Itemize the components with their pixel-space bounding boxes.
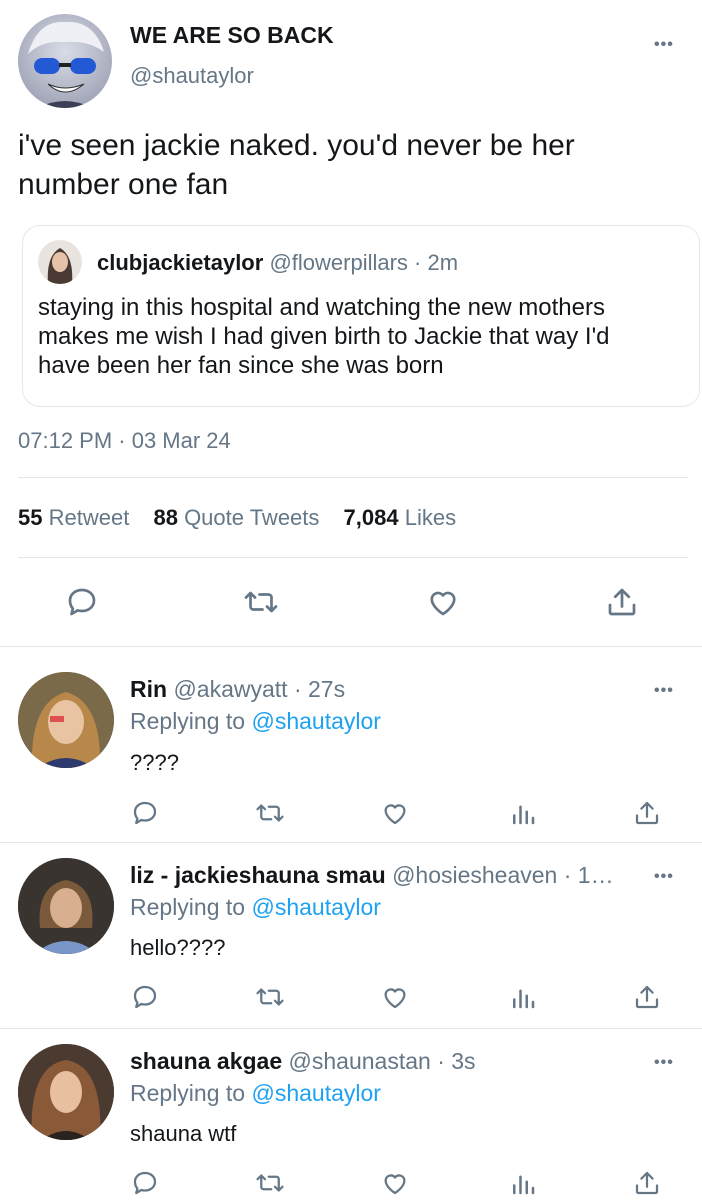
- retweet-button[interactable]: [254, 1168, 286, 1198]
- reply-avatar[interactable]: [18, 1044, 114, 1140]
- retweet-button[interactable]: [254, 982, 286, 1012]
- reply-header: Rin @akawyatt · 27s: [130, 676, 345, 703]
- retweet-count: 55: [18, 505, 43, 530]
- like-button[interactable]: [425, 584, 461, 620]
- retweet-button[interactable]: [254, 798, 286, 828]
- share-icon: [635, 1171, 659, 1195]
- retweet-label: Retweet: [48, 505, 130, 530]
- tweet-text: i've seen jackie naked. you'd never be h…: [18, 126, 575, 204]
- more-options-icon[interactable]: •••: [654, 1055, 674, 1071]
- reply-author-handle-time: @hosiesheaven · 1…: [392, 862, 614, 888]
- reply-text: ????: [130, 750, 179, 775]
- reply-text: hello????: [130, 935, 226, 960]
- quoted-tweet-text: staying in this hospital and watching th…: [38, 293, 610, 380]
- reply-button[interactable]: [130, 1168, 160, 1198]
- likes-label: Likes: [404, 505, 457, 530]
- reply-author-name[interactable]: shauna akgae: [130, 1048, 282, 1074]
- replying-to-handle[interactable]: @shautaylor: [251, 894, 380, 920]
- retweet-button[interactable]: [242, 584, 280, 620]
- replying-to-line: Replying to @shautaylor: [130, 708, 381, 735]
- reply-text: shauna wtf: [130, 1121, 237, 1146]
- heart-icon: [430, 591, 456, 616]
- analytics-icon: [513, 805, 535, 825]
- reply-author-name[interactable]: liz - jackieshauna smau: [130, 862, 386, 888]
- analytics-button[interactable]: [508, 798, 538, 828]
- analytics-button[interactable]: [508, 982, 538, 1012]
- reply-avatar[interactable]: [18, 858, 114, 954]
- analytics-icon: [513, 989, 535, 1009]
- share-button[interactable]: [632, 1168, 662, 1198]
- author-handle[interactable]: @shautaylor: [130, 63, 254, 89]
- tweet-text-line: i've seen jackie naked. you'd never be h…: [18, 129, 575, 162]
- divider: [0, 1028, 702, 1029]
- author-avatar[interactable]: [18, 14, 112, 108]
- share-button[interactable]: [632, 982, 662, 1012]
- analytics-icon: [513, 1175, 535, 1195]
- share-icon: [608, 588, 636, 616]
- tweet-timestamp[interactable]: 07:12 PM · 03 Mar 24: [18, 428, 231, 454]
- analytics-button[interactable]: [508, 1168, 538, 1198]
- quote-stat[interactable]: 88 Quote Tweets: [153, 505, 325, 530]
- quoted-text-line: makes me wish I had given birth to Jacki…: [38, 323, 610, 350]
- replying-to-handle[interactable]: @shautaylor: [251, 708, 380, 734]
- retweet-icon: [256, 1174, 284, 1192]
- like-button[interactable]: [380, 982, 410, 1012]
- replying-to-line: Replying to @shautaylor: [130, 894, 381, 921]
- author-display-name[interactable]: WE ARE SO BACK: [130, 22, 334, 49]
- share-icon: [635, 801, 659, 825]
- quoted-text-line: staying in this hospital and watching th…: [38, 294, 605, 321]
- retweet-stat[interactable]: 55 Retweet: [18, 505, 135, 530]
- replying-to-label: Replying to: [130, 894, 246, 920]
- retweet-icon: [256, 804, 284, 822]
- likes-stat[interactable]: 7,084 Likes: [344, 505, 457, 530]
- reply-icon: [133, 985, 157, 1009]
- heart-icon: [384, 988, 406, 1009]
- replying-to-line: Replying to @shautaylor: [130, 1080, 381, 1107]
- replying-to-label: Replying to: [130, 1080, 246, 1106]
- replying-to-label: Replying to: [130, 708, 246, 734]
- tweet-text-line: number one fan: [18, 168, 229, 201]
- heart-icon: [384, 1174, 406, 1195]
- quoted-text-line: have been her fan since she was born: [38, 352, 444, 379]
- like-button[interactable]: [380, 798, 410, 828]
- quoted-author-handle-time: @flowerpillars · 2m: [269, 250, 459, 275]
- replying-to-handle[interactable]: @shautaylor: [251, 1080, 380, 1106]
- like-button[interactable]: [380, 1168, 410, 1198]
- share-button[interactable]: [604, 584, 640, 620]
- quote-label: Quote Tweets: [184, 505, 320, 530]
- retweet-icon: [244, 591, 278, 613]
- divider: [0, 646, 702, 647]
- share-button[interactable]: [632, 798, 662, 828]
- heart-icon: [384, 804, 406, 825]
- reply-icon: [133, 1171, 157, 1195]
- reply-author-handle-time: @akawyatt · 27s: [173, 676, 346, 702]
- quoted-author-name[interactable]: clubjackietaylor: [97, 250, 263, 275]
- reply-button[interactable]: [130, 982, 160, 1012]
- more-options-icon[interactable]: •••: [654, 37, 674, 53]
- likes-count: 7,084: [343, 505, 399, 530]
- quoted-author-line[interactable]: clubjackietaylor @flowerpillars · 2m: [97, 250, 458, 276]
- reply-button[interactable]: [130, 798, 160, 828]
- divider: [0, 842, 702, 843]
- reply-author-handle-time: @shaunastan · 3s: [288, 1048, 476, 1074]
- reply-avatar[interactable]: [18, 672, 114, 768]
- reply-author-name[interactable]: Rin: [130, 676, 167, 702]
- reply-button[interactable]: [64, 584, 100, 620]
- reply-icon: [133, 801, 157, 825]
- quote-count: 88: [153, 505, 178, 530]
- more-options-icon[interactable]: •••: [654, 683, 674, 699]
- divider: [18, 557, 688, 558]
- reply-header: shauna akgae @shaunastan · 3s: [130, 1048, 476, 1075]
- reply-header: liz - jackieshauna smau @hosiesheaven · …: [130, 862, 614, 889]
- divider: [18, 477, 688, 478]
- tweet-stats: 55 Retweet 88 Quote Tweets 7,084 Likes: [18, 505, 456, 531]
- retweet-icon: [256, 988, 284, 1006]
- more-options-icon[interactable]: •••: [654, 869, 674, 885]
- reply-icon: [68, 588, 96, 616]
- share-icon: [635, 985, 659, 1009]
- quoted-author-avatar: [38, 240, 82, 284]
